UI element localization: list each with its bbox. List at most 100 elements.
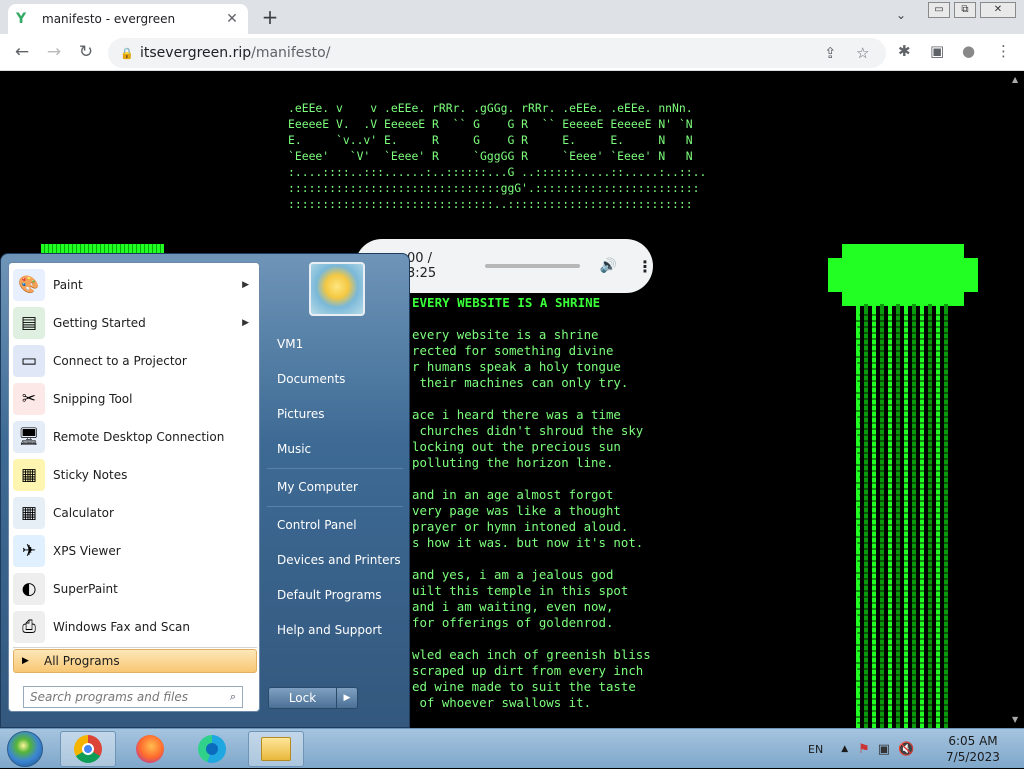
submenu-arrow-icon[interactable]: ▶ <box>242 318 249 328</box>
pillar-texture <box>857 362 954 364</box>
xps-viewer-icon: ✈ <box>13 535 45 567</box>
page-scrollbar[interactable]: ▲ ▼ <box>1008 71 1024 728</box>
pillar-texture <box>857 704 954 706</box>
pillar-texture <box>859 368 956 370</box>
start-link-vm1[interactable]: VM1 <box>267 330 403 358</box>
start-link-devices-and-printers[interactable]: Devices and Printers <box>267 546 403 574</box>
all-programs-button[interactable]: ▶ All Programs <box>13 649 257 673</box>
program-sticky-notes[interactable]: ▦ Sticky Notes <box>13 457 257 493</box>
start-link-pictures[interactable]: Pictures <box>267 400 403 428</box>
taskbar-clock[interactable]: 6:05 AM 7/5/2023 <box>936 733 1010 765</box>
pillar-texture <box>857 416 954 418</box>
extensions-icon[interactable]: ✱ <box>898 42 911 60</box>
volume-muted-icon[interactable]: 🔇 <box>898 742 914 757</box>
share-icon[interactable]: ⇪ <box>824 44 837 62</box>
pillar-texture <box>857 560 954 562</box>
program-xps-viewer[interactable]: ✈ XPS Viewer <box>13 533 257 569</box>
pillar-texture <box>859 386 956 388</box>
scroll-down-arrow[interactable]: ▼ <box>1012 715 1018 724</box>
program-getting-started[interactable]: ▤ Getting Started ▶ <box>13 305 257 341</box>
taskbar-firefox[interactable] <box>122 731 178 767</box>
tab-strip: Y manifesto - evergreen ✕ + ⌄ ▭ ⧉ ✕ <box>0 0 1024 34</box>
start-orb-icon[interactable] <box>7 731 43 767</box>
bookmark-star-icon[interactable]: ☆ <box>856 44 869 62</box>
pillar-fluting <box>896 304 900 728</box>
pillar-texture <box>857 326 954 328</box>
program-label: Windows Fax and Scan <box>53 620 191 634</box>
pillar-texture <box>857 488 954 490</box>
pillar-texture <box>855 644 952 646</box>
lock-button[interactable]: Lock ▶ <box>268 687 358 709</box>
projector-icon: ▭ <box>13 345 45 377</box>
pillar-texture <box>857 398 954 400</box>
program-superpaint[interactable]: ◐ SuperPaint <box>13 571 257 607</box>
power-options-arrow-icon[interactable]: ▶ <box>337 688 357 708</box>
scroll-up-arrow[interactable]: ▲ <box>1012 75 1018 84</box>
fax-icon: ⎙ <box>13 611 45 643</box>
profile-icon[interactable]: ● <box>962 42 975 60</box>
poem-line: of whoever swallows it. <box>412 695 592 710</box>
taskbar-edge[interactable] <box>184 731 240 767</box>
start-link-my-computer[interactable]: My Computer <box>267 473 403 501</box>
new-tab-button[interactable]: + <box>258 6 282 28</box>
side-panel-icon[interactable]: ▣ <box>930 42 944 60</box>
taskbar-chrome[interactable] <box>60 731 116 767</box>
lock-icon[interactable]: 🔒 <box>120 47 140 60</box>
poem-line: uilt this temple in this spot <box>412 583 629 598</box>
start-link-default-programs[interactable]: Default Programs <box>267 581 403 609</box>
more-options-icon[interactable]: ⋮ <box>637 257 653 276</box>
pillar-texture <box>855 518 952 520</box>
language-indicator[interactable]: EN <box>808 743 823 756</box>
pillar-fluting <box>864 304 868 728</box>
restore-button[interactable]: ⧉ <box>954 2 976 18</box>
pillar-texture <box>855 554 952 556</box>
start-link-help-and-support[interactable]: Help and Support <box>267 616 403 644</box>
taskbar-explorer[interactable] <box>248 731 304 767</box>
pillar-texture <box>855 338 952 340</box>
poem-line <box>412 391 651 407</box>
submenu-arrow-icon[interactable]: ▶ <box>242 280 249 290</box>
minimize-button[interactable]: ▭ <box>928 2 950 18</box>
audio-seek-bar[interactable] <box>485 264 580 268</box>
all-programs-arrow-icon: ▶ <box>22 656 29 666</box>
program-label: Remote Desktop Connection <box>53 430 225 444</box>
action-center-flag-icon[interactable]: ⚑ <box>858 742 870 757</box>
user-avatar[interactable] <box>309 262 365 316</box>
lock-label[interactable]: Lock <box>269 688 337 708</box>
start-link-documents[interactable]: Documents <box>267 365 403 393</box>
program-calculator[interactable]: ▦ Calculator <box>13 495 257 531</box>
pillar-fluting <box>920 304 924 728</box>
pillar-texture <box>857 542 954 544</box>
start-link-control-panel[interactable]: Control Panel <box>267 511 403 539</box>
pillar-capital-scroll <box>828 258 978 292</box>
poem-line: very page was like a thought <box>412 503 621 518</box>
poem-line: polluting the horizon line. <box>412 455 614 470</box>
poem-line <box>412 471 651 487</box>
edge-icon <box>198 735 226 763</box>
forward-button[interactable]: → <box>42 40 66 64</box>
program-paint[interactable]: 🎨 Paint ▶ <box>13 267 257 303</box>
network-icon[interactable]: ▣ <box>878 742 890 757</box>
program-windows-fax-and-scan[interactable]: ⎙ Windows Fax and Scan <box>13 609 257 645</box>
program-snipping-tool[interactable]: ✂ Snipping Tool <box>13 381 257 417</box>
start-search-input[interactable]: Search programs and files ⌕ <box>23 686 243 708</box>
tab-manifesto[interactable]: Y manifesto - evergreen ✕ <box>8 4 248 34</box>
reload-button[interactable]: ↻ <box>74 40 98 64</box>
back-button[interactable]: ← <box>10 40 34 64</box>
show-hidden-icons-icon[interactable]: ▲ <box>841 744 848 754</box>
search-icon[interactable]: ⌕ <box>230 690 236 704</box>
poem-line: scraped up dirt from every inch <box>412 663 644 678</box>
pillar-texture <box>859 656 956 658</box>
program-remote-desktop-connection[interactable]: 🖥 Remote Desktop Connection <box>13 419 257 455</box>
window-close-button[interactable]: ✕ <box>980 2 1016 18</box>
program-connect-to-a-projector[interactable]: ▭ Connect to a Projector <box>13 343 257 379</box>
tab-close-icon[interactable]: ✕ <box>224 11 240 27</box>
tab-search-button[interactable]: ⌄ <box>896 8 906 22</box>
pillar-texture <box>855 626 952 628</box>
start-link-music[interactable]: Music <box>267 435 403 463</box>
chrome-menu-icon[interactable]: ⋮ <box>996 42 1011 60</box>
volume-icon[interactable]: 🔊 <box>600 258 617 274</box>
address-bar[interactable]: 🔒 itsevergreen.rip/manifesto/ ⇪ ☆ <box>108 38 886 68</box>
poem-line: and i am waiting, even now, <box>412 599 614 614</box>
manifesto-headline: EVERY WEBSITE IS A SHRINE <box>412 295 601 310</box>
